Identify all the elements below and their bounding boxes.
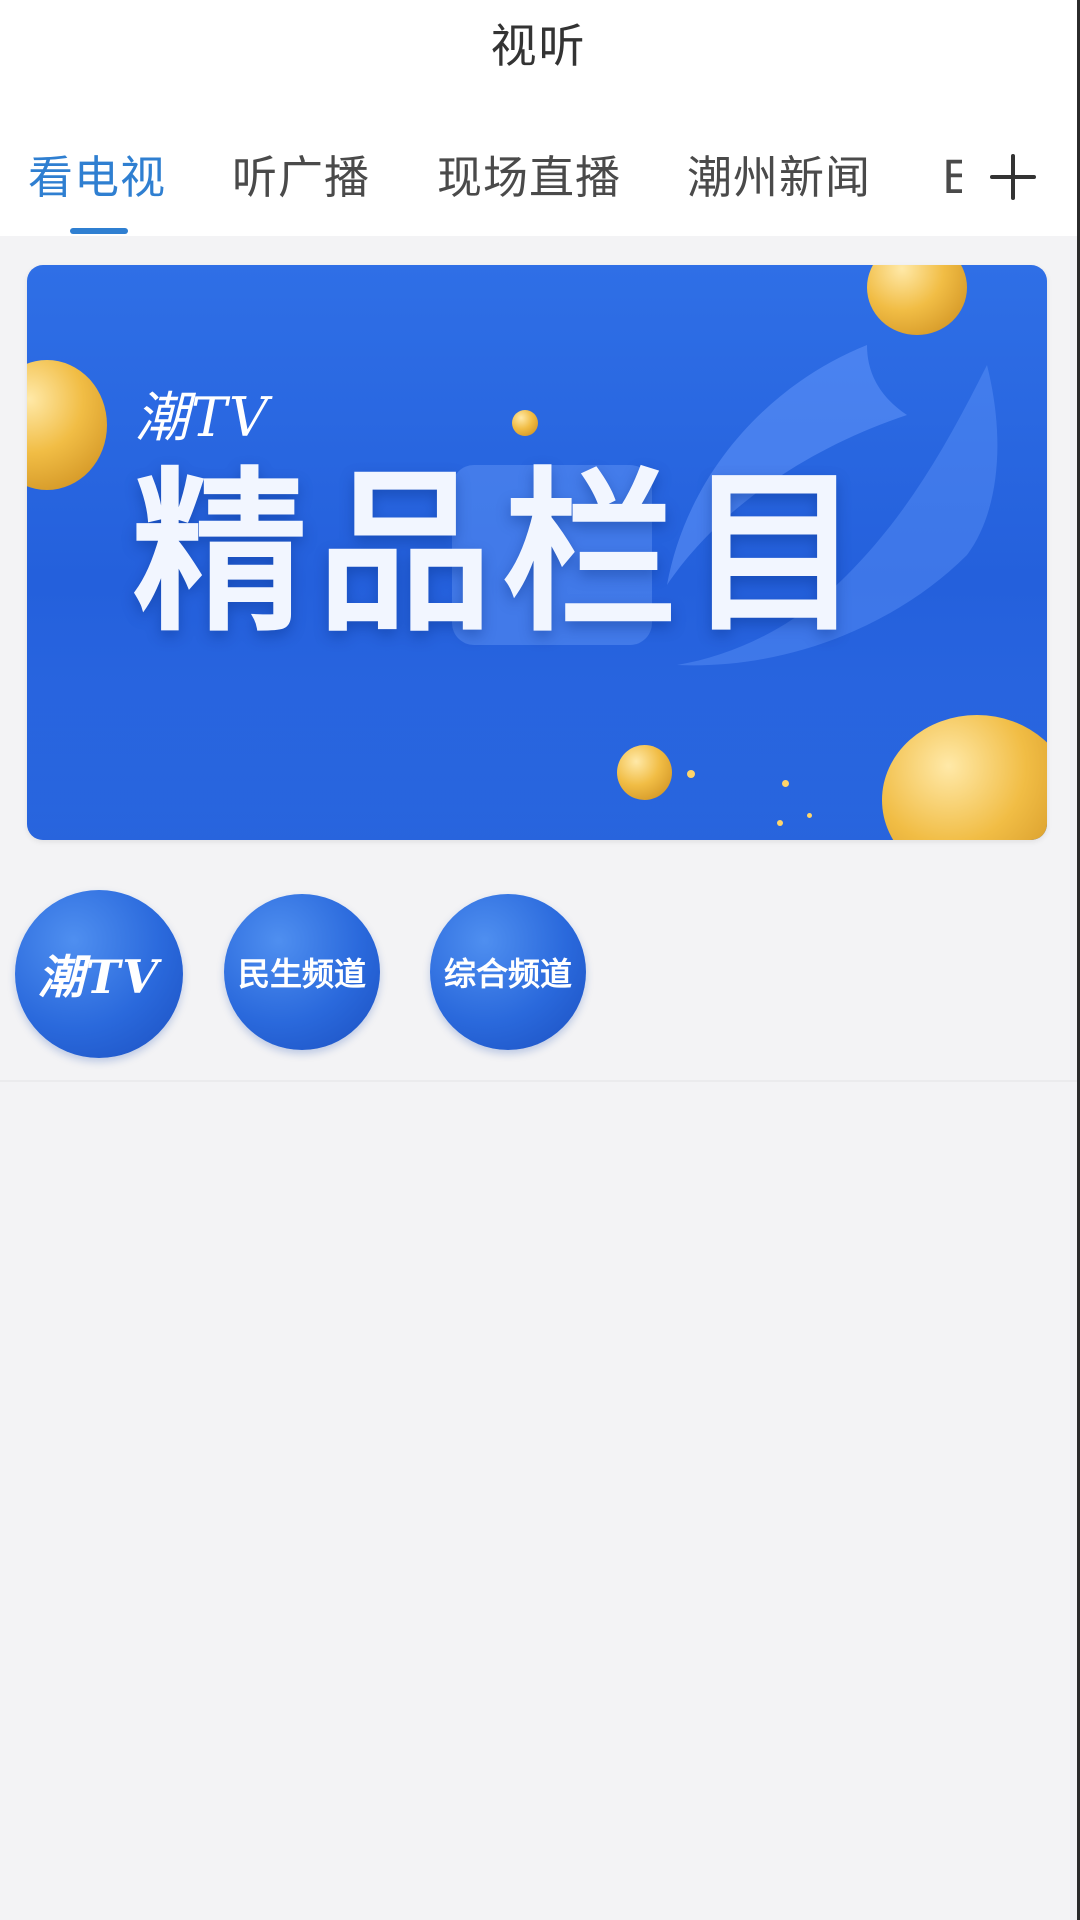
- tab-live[interactable]: 现场直播: [437, 148, 621, 208]
- channel-minsheng[interactable]: 民生频道: [224, 894, 380, 1050]
- sparkle-dot: [687, 770, 695, 778]
- tab-watch-tv[interactable]: 看电视: [28, 148, 166, 208]
- featured-banner[interactable]: 潮TV 精品栏目: [27, 265, 1047, 840]
- sparkle-dot: [807, 813, 812, 818]
- channel-zonghe[interactable]: 综合频道: [430, 894, 586, 1050]
- channel-label: 综合频道: [443, 955, 572, 993]
- sparkle-dot: [782, 780, 789, 787]
- banner-headline: 精品栏目: [132, 453, 872, 656]
- page-title: 视听: [490, 19, 587, 73]
- gold-ball-icon: [27, 360, 107, 490]
- channel-label: 民生频道: [237, 955, 366, 993]
- section-divider: [0, 1080, 1077, 1082]
- tab-chaozhou-news[interactable]: 潮州新闻: [687, 148, 871, 208]
- tab-partial[interactable]: E: [942, 148, 962, 208]
- active-tab-indicator: [70, 228, 128, 234]
- gold-ball-icon: [617, 745, 672, 800]
- app-screen: 视听 看电视 听广播 现场直播 潮州新闻 E 潮TV 精品栏目 潮TV 民生频道…: [0, 0, 1080, 1920]
- sparkle-dot: [777, 820, 783, 826]
- tab-listen-radio[interactable]: 听广播: [232, 148, 370, 208]
- banner-brand-logo: 潮TV: [135, 386, 271, 449]
- channel-list: 潮TV 民生频道 综合频道: [0, 868, 1077, 1078]
- plus-icon[interactable]: [990, 154, 1036, 200]
- header: 视听 看电视 听广播 现场直播 潮州新闻 E: [0, 0, 1077, 236]
- channel-label: 潮TV: [38, 950, 160, 1004]
- channel-tabs: 看电视 听广播 现场直播 潮州新闻 E: [0, 140, 1077, 236]
- channel-chao-tv[interactable]: 潮TV: [15, 890, 183, 1058]
- gold-ball-icon: [512, 410, 538, 436]
